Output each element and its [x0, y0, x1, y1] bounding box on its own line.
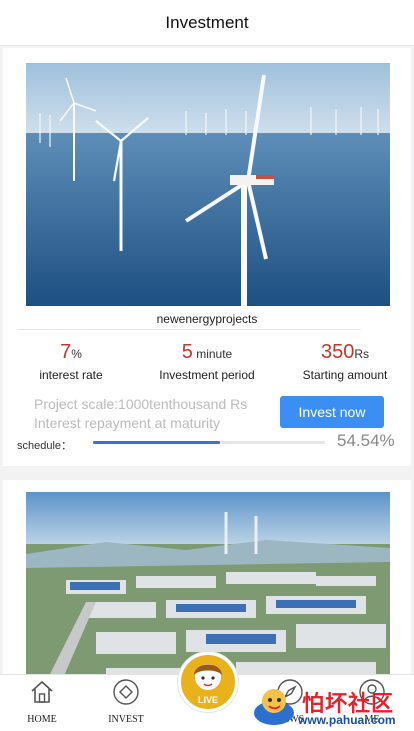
live-label: LIVE — [197, 695, 218, 705]
tab-invest-label: INVEST — [108, 714, 144, 725]
starting-amount-value: 350 — [320, 341, 355, 363]
divider — [17, 329, 361, 330]
wind-farm-photo[interactable] — [26, 63, 390, 306]
interest-rate-unit: % — [71, 347, 82, 361]
starting-amount-label: Starting amount — [302, 368, 388, 382]
schedule-progress-bar — [93, 441, 325, 444]
site-watermark: 怕坏社区 www.pahuai.com — [250, 683, 414, 731]
house-icon — [31, 680, 53, 703]
live-button[interactable]: LIVE — [178, 652, 238, 712]
tab-home[interactable]: HOME — [0, 675, 84, 731]
investment-period-label: Investment period — [159, 368, 255, 382]
investment-period-value: 5 — [181, 341, 193, 363]
interest-rate-value: 7 — [60, 341, 72, 363]
project-scale-text: Project scale:1000tenthousand Rs — [34, 396, 248, 412]
watermark-url: www.pahuai.com — [298, 713, 396, 727]
investment-period-unit: minute — [192, 347, 233, 361]
investment-period-stat: 5 minute Investment period — [139, 341, 275, 382]
tab-home-label: HOME — [27, 714, 57, 725]
diamond-icon — [113, 679, 139, 705]
industrial-park-photo[interactable] — [26, 492, 390, 674]
project-name: newenergyprojects — [156, 312, 258, 326]
product-feed[interactable]: newenergyprojects 7% interest rate 5 min… — [0, 48, 414, 674]
starting-amount-unit: Rs — [354, 347, 370, 361]
page-title: Investment — [165, 12, 249, 32]
live-avatar-icon — [194, 664, 222, 690]
interest-rate-label: interest rate — [39, 368, 103, 382]
schedule-progress-fill — [93, 441, 220, 444]
starting-amount-stat: 350Rs Starting amount — [279, 341, 411, 382]
invest-now-button[interactable]: Invest now — [280, 396, 384, 428]
repayment-text: Interest repayment at maturity — [34, 415, 220, 431]
app: Investment newenergyprojects 7% interest… — [0, 0, 414, 731]
watermark-logo-icon — [254, 689, 294, 725]
product-card[interactable] — [3, 480, 411, 674]
product-card[interactable]: newenergyprojects 7% interest rate 5 min… — [3, 48, 411, 466]
interest-rate-stat: 7% interest rate — [3, 341, 139, 382]
top-bar: Investment — [0, 0, 414, 46]
schedule-percent: 54.54% — [337, 431, 395, 450]
tab-invest[interactable]: INVEST — [84, 675, 168, 731]
schedule-label: schedule： — [17, 440, 73, 452]
